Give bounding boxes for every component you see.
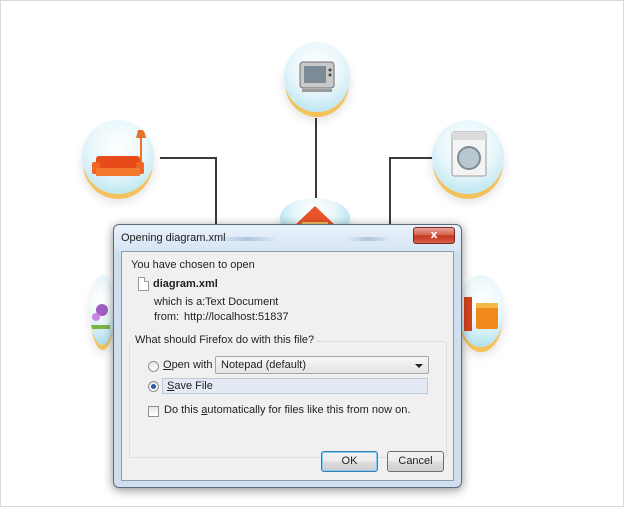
which-is-label: which is a: — [154, 296, 206, 308]
open-with-mnemonic: O — [163, 359, 172, 371]
action-question: What should Firefox do with this file? — [132, 334, 318, 346]
auto-label-pre: Do this — [164, 404, 202, 416]
dialog-title: Opening diagram.xml — [121, 232, 226, 244]
auto-checkbox[interactable] — [148, 406, 159, 417]
open-with-label[interactable]: Open with — [163, 359, 213, 371]
save-file-radio[interactable] — [148, 381, 159, 392]
flower-icon — [90, 275, 115, 345]
open-with-app-select[interactable]: Notepad (default) — [215, 356, 429, 374]
save-file-label: Save File — [167, 380, 213, 392]
ok-button[interactable]: OK — [321, 451, 378, 472]
save-file-label-rest: ave File — [174, 380, 213, 392]
tv-icon — [284, 42, 350, 112]
auto-label-rest: utomatically for files like this from no… — [207, 404, 411, 416]
connector-left-v — [215, 157, 217, 227]
titlebar-glass-reflection — [346, 237, 391, 241]
chevron-down-icon — [415, 364, 423, 368]
dialog-client-area: You have chosen to open diagram.xml whic… — [121, 251, 454, 481]
open-with-app-value: Notepad (default) — [221, 359, 306, 371]
save-file-option[interactable]: Save File — [162, 378, 428, 394]
download-dialog: Opening diagram.xml x You have chosen to… — [113, 224, 462, 488]
paint-bucket-icon — [458, 275, 504, 347]
connector-top — [315, 118, 317, 198]
cancel-button[interactable]: Cancel — [387, 451, 444, 472]
connector-right-h — [391, 157, 435, 159]
auto-checkbox-label[interactable]: Do this automatically for files like thi… — [164, 404, 410, 416]
sofa-lamp-icon — [82, 120, 154, 194]
dialog-titlebar[interactable]: Opening diagram.xml x — [114, 225, 461, 251]
file-icon — [138, 277, 149, 291]
file-name: diagram.xml — [153, 278, 218, 290]
open-with-radio[interactable] — [148, 361, 159, 372]
connector-left-h — [160, 157, 217, 159]
washing-machine-icon — [432, 120, 504, 194]
connector-right-v — [389, 157, 391, 227]
close-button[interactable]: x — [413, 227, 455, 244]
open-with-label-rest: pen with — [171, 359, 213, 371]
which-is-value: Text Document — [205, 296, 279, 308]
titlebar-glass-reflection — [216, 237, 278, 241]
intro-text: You have chosen to open — [131, 259, 255, 271]
from-label: from: — [154, 311, 180, 323]
from-value: http://localhost:51837 — [184, 311, 289, 323]
